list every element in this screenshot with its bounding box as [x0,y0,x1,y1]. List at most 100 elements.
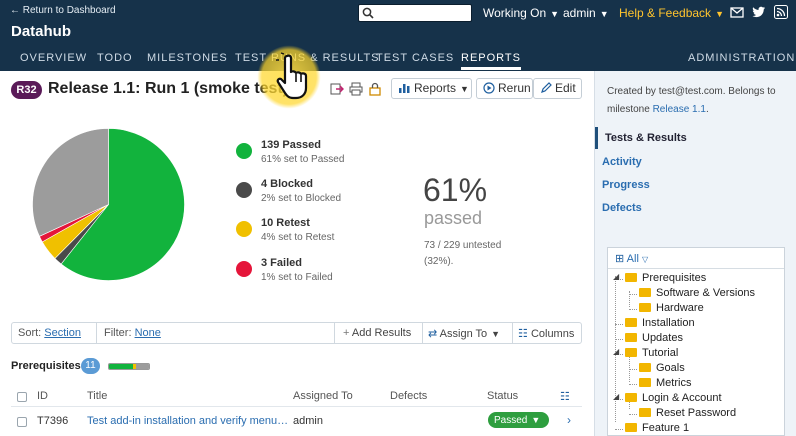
folder-icon [625,333,637,342]
working-on-menu[interactable]: Working On ▼ [483,4,559,22]
tree-filter-dropdown[interactable]: ⊞ All ▽ [615,252,648,266]
rerun-button[interactable]: Rerun [476,78,533,99]
divider [608,268,784,269]
add-results-label: Add Results [351,327,412,339]
tree-item[interactable]: Metrics [639,377,691,391]
mail-icon[interactable] [730,5,744,19]
tree-item[interactable]: Hardware [639,302,704,316]
column-header-status[interactable]: Status [487,390,518,402]
edit-button[interactable]: Edit [533,78,582,99]
run-id-badge: R32 [11,81,42,99]
assign-to-label: Assign To [439,328,488,340]
chevron-down-icon: ▽ [641,255,649,264]
assign-to-button[interactable]: ⇄ Assign To ▼ [428,327,500,340]
column-header-title[interactable]: Title [87,390,107,402]
lock-icon[interactable] [368,82,382,96]
help-feedback-menu[interactable]: Help & Feedback ▼ [619,4,724,22]
tab-milestones[interactable]: MILESTONES [147,52,228,68]
folder-icon [639,303,651,312]
sort-label: Sort: [18,327,42,339]
add-results-button[interactable]: + Add Results [343,327,411,339]
filter-value-link[interactable]: None [135,327,161,339]
columns-button[interactable]: ☷ Columns [518,327,574,340]
legend-color-swatch [236,221,252,237]
divider [334,323,335,343]
milestone-link[interactable]: Release 1.1 [653,104,706,115]
tree-item[interactable]: Updates [625,332,683,346]
passed-label: passed [424,208,483,228]
tree-item[interactable]: ◢ Tutorial [613,347,679,361]
sidebar-item-tests-results[interactable]: Tests & Results [605,132,687,144]
tree-item-label: Reset Password [656,407,737,419]
expand-toggle-icon[interactable]: ◢ [613,347,619,356]
rss-icon[interactable] [774,5,788,19]
twitter-icon[interactable] [752,5,766,19]
right-sidebar: Created by test@test.com. Belongs to mil… [594,71,796,436]
tab-administration[interactable]: ADMINISTRATION [688,52,795,68]
tab-overview[interactable]: OVERVIEW [20,52,87,68]
row-status-label: Passed [494,415,528,426]
sidebar-item-progress[interactable]: Progress [602,179,650,191]
plus-icon: + [343,327,350,339]
legend-label: 3 Failed [261,257,302,269]
print-icon[interactable] [349,82,363,96]
legend-label: 4 Blocked [261,178,313,190]
reports-button[interactable]: Reports ▼ [391,78,472,99]
help-feedback-label: Help & Feedback [619,6,712,20]
user-menu[interactable]: admin ▼ [563,4,609,22]
chevron-right-icon[interactable]: › [567,413,571,427]
expand-toggle-icon[interactable]: ◢ [613,392,619,401]
sort-control[interactable]: Sort: Section [18,327,81,339]
divider [11,406,582,407]
tree-item[interactable]: ◢ Prerequisites [613,272,707,286]
edit-label: Edit [555,81,576,95]
sidebar-item-activity[interactable]: Activity [602,156,642,168]
tree-item[interactable]: Software & Versions [639,287,755,301]
column-header-assigned-to[interactable]: Assigned To [293,390,353,402]
user-menu-label: admin [563,6,596,20]
tree-item-label: Feature 1 [642,422,690,434]
row-title-link[interactable]: Test add-in installation and verify menu… [87,415,288,427]
section-progress-bar [108,363,150,370]
tree-item[interactable]: Feature 1 [625,422,689,436]
top-bar: ← Return to Dashboard Datahub Working On… [0,0,796,71]
tree-guide [629,414,637,415]
sort-value-link[interactable]: Section [44,327,81,339]
search-input[interactable] [358,4,472,22]
row-checkbox[interactable] [17,417,27,427]
select-all-checkbox[interactable] [17,392,27,402]
tree-item[interactable]: Goals [639,362,685,376]
column-settings-icon[interactable]: ☷ [560,390,570,403]
legend-sublabel: 1% set to Failed [261,272,333,283]
tree-item[interactable]: Reset Password [639,407,736,421]
project-name[interactable]: Datahub [11,23,71,40]
folder-icon [625,423,637,432]
tree-item[interactable]: ◢ Login & Account [613,392,722,406]
tree-item-label: Tutorial [642,347,679,359]
chevron-down-icon: ▼ [491,329,501,339]
columns-icon: ☷ [518,328,528,340]
tab-test-cases[interactable]: TEST CASES [376,52,454,68]
return-to-dashboard-link[interactable]: ← Return to Dashboard [10,5,116,16]
filter-label: Filter: [104,327,132,339]
tab-todo[interactable]: TODO [97,52,133,68]
tree-guide [629,369,637,370]
folder-icon [639,408,651,417]
folder-icon [639,378,651,387]
expand-toggle-icon[interactable]: ◢ [613,272,619,281]
row-status-dropdown[interactable]: Passed ▼ [488,412,549,428]
tab-reports[interactable]: REPORTS [461,52,521,70]
column-header-defects[interactable]: Defects [390,390,427,402]
folder-icon [625,348,637,357]
filter-control[interactable]: Filter: None [104,327,161,339]
sidebar-item-defects[interactable]: Defects [602,202,642,214]
hand-pointer-icon [276,52,308,100]
untested-percent: (32%). [424,256,454,267]
column-header-id[interactable]: ID [37,390,48,402]
tree-item-label: Prerequisites [642,272,707,284]
export-icon[interactable] [330,82,344,96]
tree-item[interactable]: Installation [625,317,695,331]
tree-guide [615,339,623,340]
row-id[interactable]: T7396 [37,415,68,427]
run-info: Created by test@test.com. Belongs to mil… [607,83,789,119]
